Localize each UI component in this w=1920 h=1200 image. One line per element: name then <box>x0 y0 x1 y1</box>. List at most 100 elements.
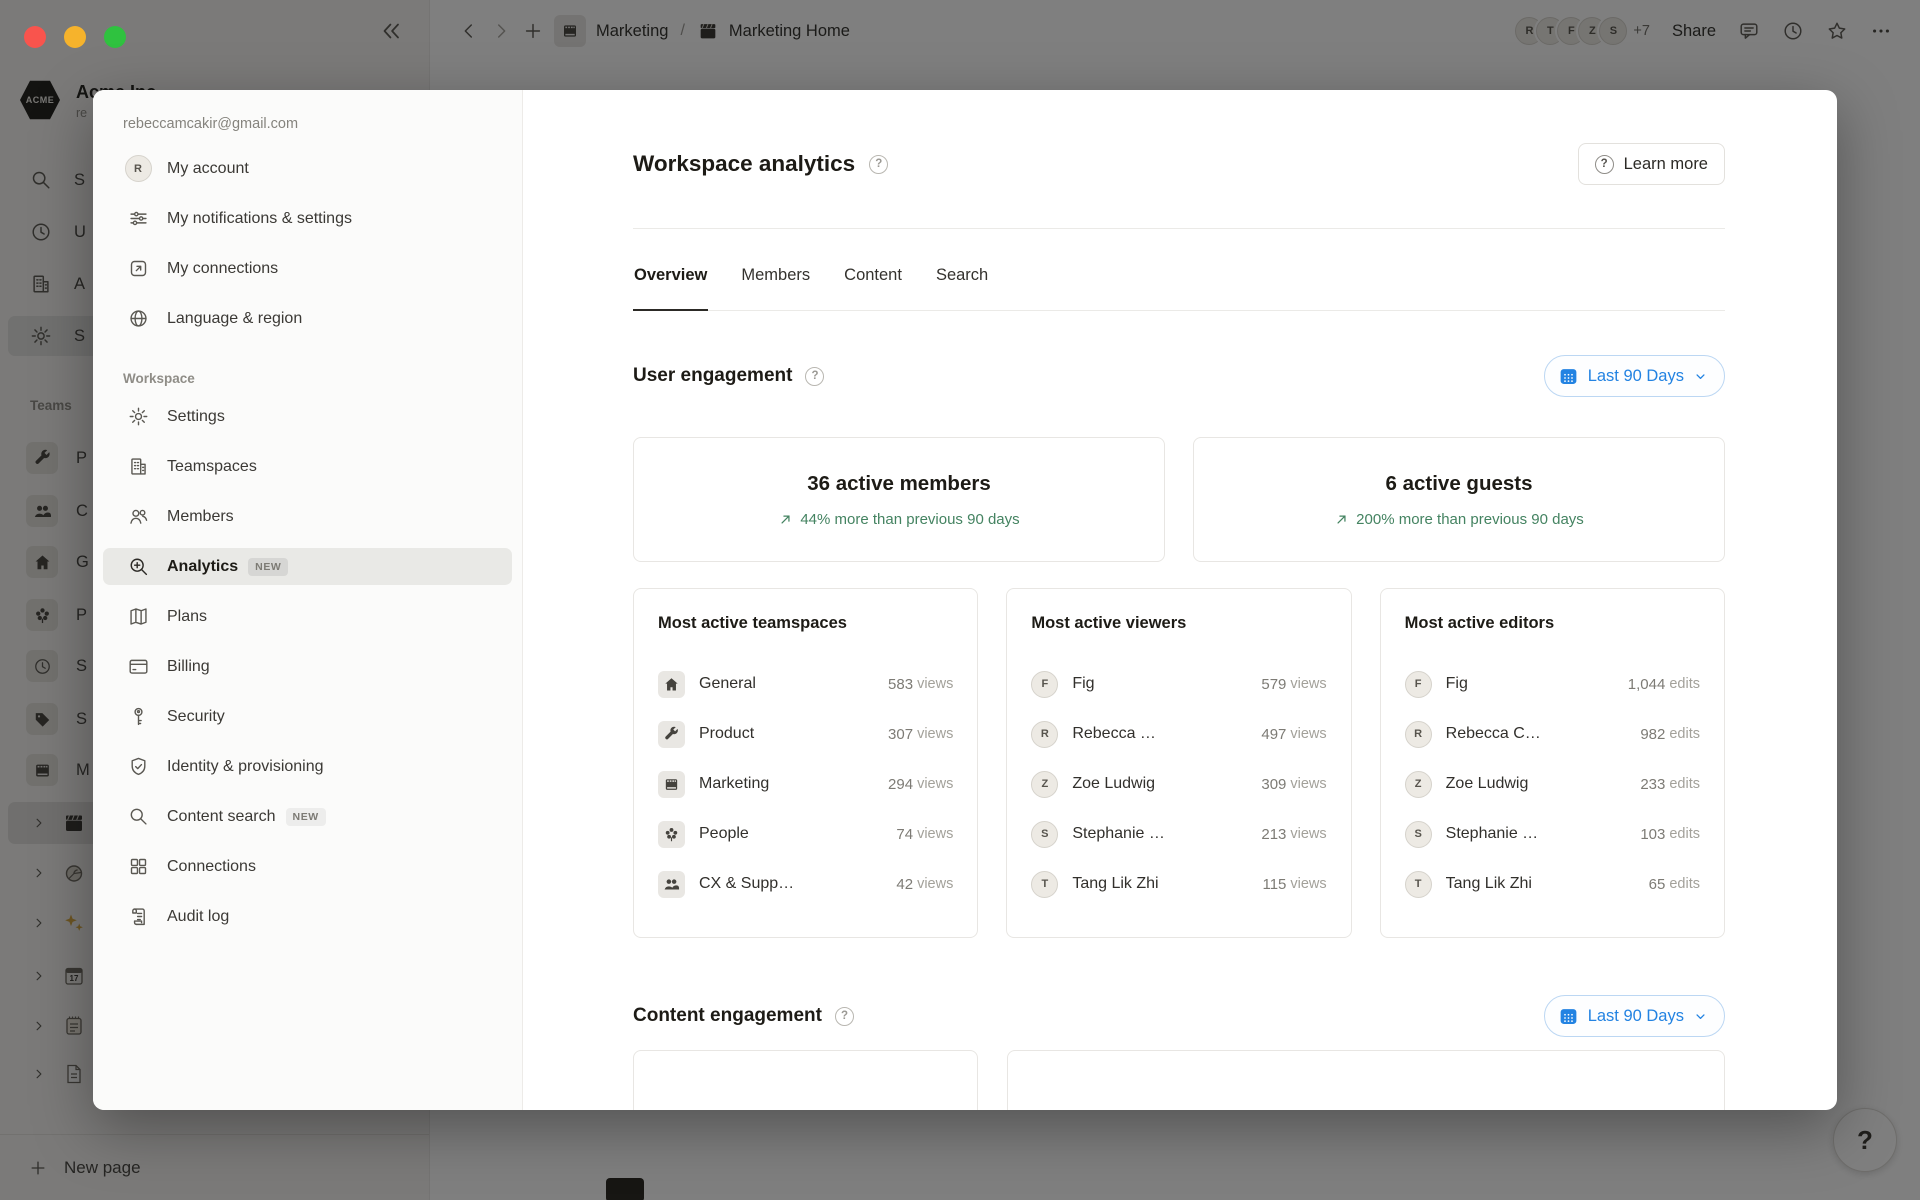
grid-icon <box>123 856 153 877</box>
search-icon <box>123 806 153 827</box>
list-item[interactable]: ZZoe Ludwig233edits <box>1405 759 1700 809</box>
user-engagement-heading: User engagement <box>633 365 792 387</box>
house-icon <box>658 671 685 698</box>
list-item[interactable]: People74views <box>658 809 953 859</box>
stat-delta: 44% more than previous 90 days <box>800 511 1019 528</box>
stat-headline: 36 active members <box>807 472 990 496</box>
help-circle-icon <box>1595 155 1614 174</box>
members-icon <box>123 506 153 527</box>
wrench-icon <box>658 721 685 748</box>
new-badge: NEW <box>248 558 288 576</box>
settings-item-members[interactable]: Members <box>103 498 512 535</box>
user-avatar: R <box>125 155 152 182</box>
minimize-window-button[interactable] <box>64 26 86 48</box>
active-members-card: 36 active members 44% more than previous… <box>633 437 1165 562</box>
most-active-editors-card: Most active editors FFig1,044edits RRebe… <box>1380 588 1725 938</box>
flower-icon <box>658 821 685 848</box>
trend-up-icon <box>1334 512 1349 527</box>
help-circle-icon[interactable] <box>869 155 888 174</box>
list-item[interactable]: Product307views <box>658 709 953 759</box>
avatar: Z <box>1031 771 1058 798</box>
page-title: Workspace analytics <box>633 151 855 177</box>
tab-overview[interactable]: Overview <box>633 229 708 311</box>
workspace-section-label: Workspace <box>123 371 522 386</box>
avatar: T <box>1031 871 1058 898</box>
avatar: R <box>1031 721 1058 748</box>
avatar: S <box>1031 821 1058 848</box>
active-guests-card: 6 active guests 200% more than previous … <box>1193 437 1725 562</box>
calendar-icon <box>1558 1006 1579 1027</box>
building-icon <box>123 456 153 477</box>
date-range-dropdown[interactable]: Last 90 Days <box>1544 995 1725 1037</box>
chevron-down-icon <box>1693 1009 1708 1024</box>
learn-more-button[interactable]: Learn more <box>1578 143 1725 185</box>
list-item[interactable]: RRebecca …497views <box>1031 709 1326 759</box>
close-window-button[interactable] <box>24 26 46 48</box>
avatar: S <box>1405 821 1432 848</box>
avatar: R <box>1405 721 1432 748</box>
list-item[interactable]: General583views <box>658 659 953 709</box>
date-range-dropdown[interactable]: Last 90 Days <box>1544 355 1725 397</box>
settings-item-content-search[interactable]: Content search NEW <box>103 798 512 835</box>
tab-content[interactable]: Content <box>843 229 903 311</box>
settings-sidebar: rebeccamcakir@gmail.com R My account My … <box>93 90 523 1110</box>
list-item[interactable]: RRebecca C…982edits <box>1405 709 1700 759</box>
list-item[interactable]: ZZoe Ludwig309views <box>1031 759 1326 809</box>
sliders-icon <box>123 208 153 229</box>
tab-search[interactable]: Search <box>935 229 989 311</box>
stat-headline: 6 active guests <box>1386 472 1533 496</box>
film-icon <box>658 771 685 798</box>
settings-item-plans[interactable]: Plans <box>103 598 512 635</box>
content-engagement-card <box>1007 1050 1725 1110</box>
content-engagement-card <box>633 1050 978 1110</box>
stat-delta: 200% more than previous 90 days <box>1356 511 1584 528</box>
settings-item-my-account[interactable]: R My account <box>103 150 512 187</box>
zoom-window-button[interactable] <box>104 26 126 48</box>
account-email: rebeccamcakir@gmail.com <box>93 116 522 132</box>
list-item[interactable]: Marketing294views <box>658 759 953 809</box>
help-circle-icon[interactable] <box>805 367 824 386</box>
tab-members[interactable]: Members <box>740 229 811 311</box>
settings-item-settings[interactable]: Settings <box>103 398 512 435</box>
settings-item-connections[interactable]: Connections <box>103 848 512 885</box>
avatar: F <box>1031 671 1058 698</box>
people-icon <box>658 871 685 898</box>
settings-modal: rebeccamcakir@gmail.com R My account My … <box>93 90 1837 1110</box>
list-item[interactable]: CX & Supp…42views <box>658 859 953 909</box>
list-item[interactable]: SStephanie …213views <box>1031 809 1326 859</box>
search-plus-icon <box>123 556 153 577</box>
globe-icon <box>123 308 153 329</box>
settings-item-audit-log[interactable]: Audit log <box>103 898 512 935</box>
list-item[interactable]: TTang Lik Zhi65edits <box>1405 859 1700 909</box>
notion-window: ACME Acme Inc re S U A S Teams P C G P S… <box>0 0 1920 1200</box>
gear-icon <box>123 406 153 427</box>
list-item[interactable]: TTang Lik Zhi115views <box>1031 859 1326 909</box>
help-circle-icon[interactable] <box>835 1007 854 1026</box>
arrow-up-right-box-icon <box>123 258 153 279</box>
list-item[interactable]: FFig579views <box>1031 659 1326 709</box>
scroll-icon <box>123 906 153 927</box>
avatar: F <box>1405 671 1432 698</box>
settings-item-identity[interactable]: Identity & provisioning <box>103 748 512 785</box>
settings-content: Workspace analytics Learn more Overview … <box>523 90 1837 1110</box>
analytics-tabs: Overview Members Content Search <box>633 229 1725 311</box>
shield-check-icon <box>123 756 153 777</box>
content-engagement-heading: Content engagement <box>633 1005 822 1027</box>
new-badge: NEW <box>286 808 326 826</box>
settings-item-analytics[interactable]: Analytics NEW <box>103 548 512 585</box>
chevron-down-icon <box>1693 369 1708 384</box>
settings-item-my-connections[interactable]: My connections <box>103 250 512 287</box>
calendar-icon <box>1558 366 1579 387</box>
list-item[interactable]: SStephanie …103edits <box>1405 809 1700 859</box>
map-icon <box>123 606 153 627</box>
settings-item-security[interactable]: Security <box>103 698 512 735</box>
settings-item-notifications[interactable]: My notifications & settings <box>103 200 512 237</box>
list-item[interactable]: FFig1,044edits <box>1405 659 1700 709</box>
avatar: Z <box>1405 771 1432 798</box>
settings-item-billing[interactable]: Billing <box>103 648 512 685</box>
key-icon <box>123 706 153 727</box>
settings-item-language[interactable]: Language & region <box>103 300 512 337</box>
most-active-viewers-card: Most active viewers FFig579views RRebecc… <box>1006 588 1351 938</box>
most-active-teamspaces-card: Most active teamspaces General583views P… <box>633 588 978 938</box>
settings-item-teamspaces[interactable]: Teamspaces <box>103 448 512 485</box>
